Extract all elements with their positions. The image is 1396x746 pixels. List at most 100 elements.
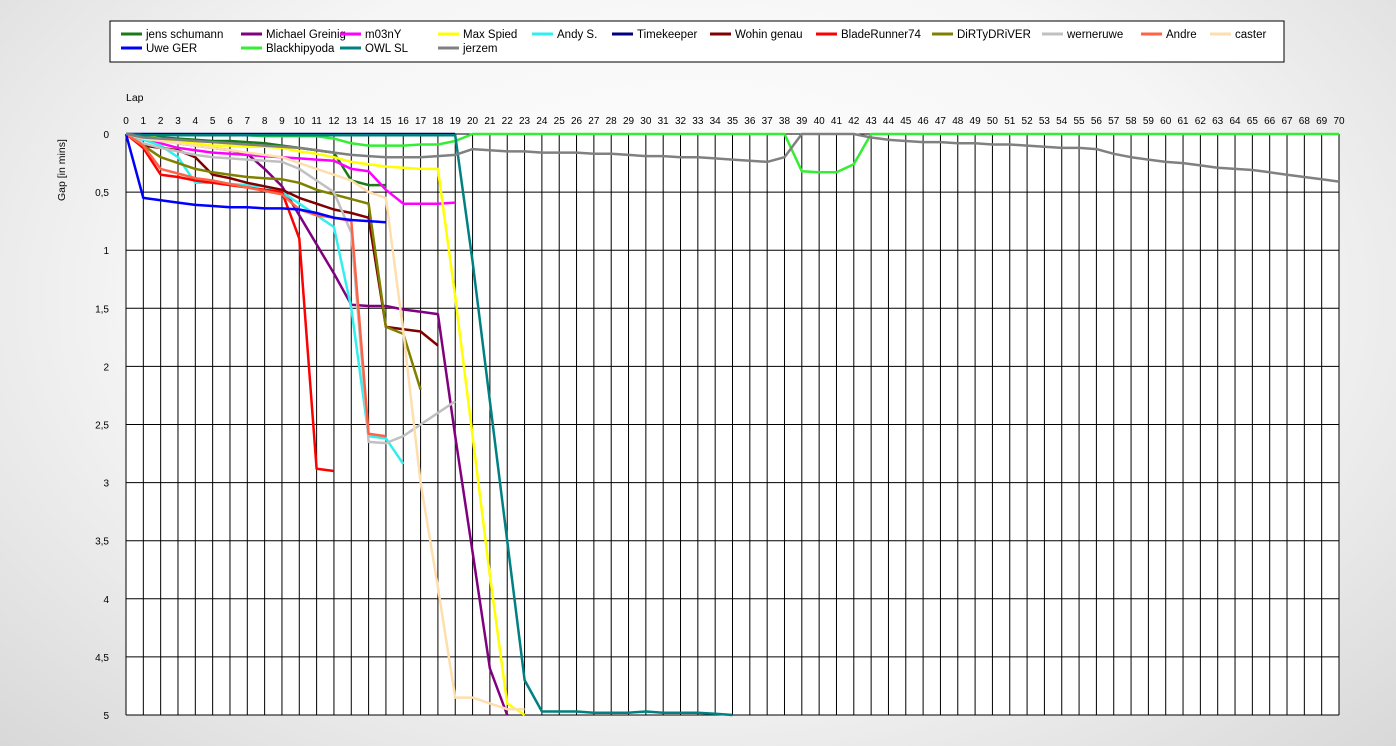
x-tick-label: 47 — [935, 116, 947, 127]
legend-label: m03nY — [365, 29, 402, 41]
legend-label: Max Spied — [463, 29, 517, 41]
y-tick-label: 2 — [103, 362, 109, 373]
x-tick-label: 48 — [952, 116, 964, 127]
x-tick-label: 9 — [279, 116, 285, 127]
x-tick-label: 7 — [245, 116, 251, 127]
y-tick-labels: 0 0,5 1 1,5 2 2,5 3 3,5 4 4,5 5 — [95, 130, 109, 722]
x-tick-label: 20 — [467, 116, 479, 127]
x-tick-label: 51 — [1004, 116, 1016, 127]
x-tick-label: 46 — [918, 116, 930, 127]
x-tick-label: 59 — [1143, 116, 1155, 127]
x-tick-label: 63 — [1212, 116, 1224, 127]
legend-label: Andre — [1166, 29, 1197, 41]
y-tick-label: 0,5 — [95, 188, 109, 199]
x-tick-label: 4 — [193, 116, 199, 127]
x-tick-label: 3 — [175, 116, 181, 127]
x-tick-label: 31 — [658, 116, 670, 127]
x-tick-label: 65 — [1247, 116, 1259, 127]
x-tick-label: 30 — [640, 116, 652, 127]
y-tick-label: 5 — [103, 711, 109, 722]
x-tick-label: 49 — [970, 116, 982, 127]
x-tick-label: 61 — [1177, 116, 1189, 127]
x-tick-label: 15 — [380, 116, 392, 127]
x-tick-label: 38 — [779, 116, 791, 127]
x-tick-label: 6 — [227, 116, 233, 127]
x-tick-label: 33 — [692, 116, 704, 127]
x-tick-label: 23 — [519, 116, 531, 127]
x-tick-label: 58 — [1125, 116, 1137, 127]
x-tick-label: 57 — [1108, 116, 1120, 127]
y-axis-title: Gap [in mins] — [56, 139, 68, 201]
lap-gap-chart: jens schumann Michael Greinig m03nY Max Spi… — [56, 20, 1345, 722]
x-tick-label: 62 — [1195, 116, 1207, 127]
x-tick-label: 69 — [1316, 116, 1328, 127]
x-tick-label: 35 — [727, 116, 739, 127]
y-tick-label: 2,5 — [95, 421, 109, 432]
x-tick-label: 64 — [1229, 116, 1241, 127]
legend-label: caster — [1235, 29, 1266, 41]
y-tick-label: 1,5 — [95, 304, 109, 315]
y-tick-label: 3 — [103, 479, 109, 490]
x-tick-label: 68 — [1299, 116, 1311, 127]
legend-label: Andy S. — [557, 29, 597, 41]
x-tick-label: 55 — [1074, 116, 1086, 127]
x-tick-label: 60 — [1160, 116, 1172, 127]
x-tick-label: 16 — [398, 116, 410, 127]
legend-label: Blackhipyoda — [266, 43, 335, 55]
x-tick-label: 42 — [848, 116, 860, 127]
legend-label: Timekeeper — [637, 29, 697, 41]
x-tick-label: 5 — [210, 116, 216, 127]
x-tick-label: 22 — [502, 116, 514, 127]
x-tick-label: 56 — [1091, 116, 1103, 127]
x-tick-label: 11 — [311, 116, 322, 127]
x-tick-label: 50 — [987, 116, 999, 127]
legend-label: werneruwe — [1066, 29, 1123, 41]
x-tick-label: 25 — [554, 116, 566, 127]
legend-label: BladeRunner74 — [841, 29, 922, 41]
legend-label: jens schumann — [145, 29, 223, 41]
legend-label: Michael Greinig — [266, 29, 346, 41]
x-tick-label: 10 — [294, 116, 306, 127]
x-tick-label: 8 — [262, 116, 268, 127]
x-tick-label: 2 — [158, 116, 164, 127]
legend-label: Wohin genau — [735, 29, 803, 41]
x-tick-label: 24 — [536, 116, 548, 127]
x-axis-title: Lap — [126, 92, 144, 104]
y-tick-label: 3,5 — [95, 537, 109, 548]
x-tick-label: 26 — [571, 116, 583, 127]
x-tick-label: 43 — [866, 116, 878, 127]
x-tick-label: 29 — [623, 116, 635, 127]
x-tick-label: 36 — [744, 116, 756, 127]
y-tick-label: 4 — [103, 595, 109, 606]
x-tick-label: 40 — [814, 116, 826, 127]
x-tick-label: 27 — [588, 116, 600, 127]
x-tick-label: 0 — [123, 116, 129, 127]
x-tick-label: 13 — [346, 116, 358, 127]
x-tick-label: 21 — [484, 116, 496, 127]
x-tick-label: 1 — [141, 116, 147, 127]
legend-label: Uwe GER — [146, 43, 197, 55]
x-tick-label: 52 — [1022, 116, 1034, 127]
x-tick-label: 66 — [1264, 116, 1276, 127]
legend-label: DiRTyDRiVER — [957, 29, 1031, 41]
x-tick-label: 28 — [606, 116, 618, 127]
x-tick-label: 70 — [1333, 116, 1345, 127]
legend-box — [109, 20, 1285, 63]
x-tick-label: 54 — [1056, 116, 1068, 127]
y-tick-label: 0 — [103, 130, 109, 141]
y-tick-label: 4,5 — [95, 653, 109, 664]
x-tick-label: 45 — [900, 116, 912, 127]
x-tick-label: 32 — [675, 116, 687, 127]
x-tick-label: 12 — [328, 116, 340, 127]
x-tick-label: 37 — [762, 116, 774, 127]
legend-label: OWL SL — [365, 43, 409, 55]
x-tick-labels: 0 1 2 3 4 5 6 7 8 9 10 11 12 13 14 15 16 17 18 19 20 21 22 23 24… — [123, 116, 1345, 127]
x-tick-label: 14 — [363, 116, 375, 127]
x-tick-label: 44 — [883, 116, 895, 127]
x-tick-label: 19 — [450, 116, 462, 127]
x-tick-label: 34 — [710, 116, 722, 127]
x-tick-label: 67 — [1281, 116, 1293, 127]
x-tick-label: 18 — [432, 116, 444, 127]
y-tick-label: 1 — [103, 246, 109, 257]
x-tick-label: 39 — [796, 116, 808, 127]
